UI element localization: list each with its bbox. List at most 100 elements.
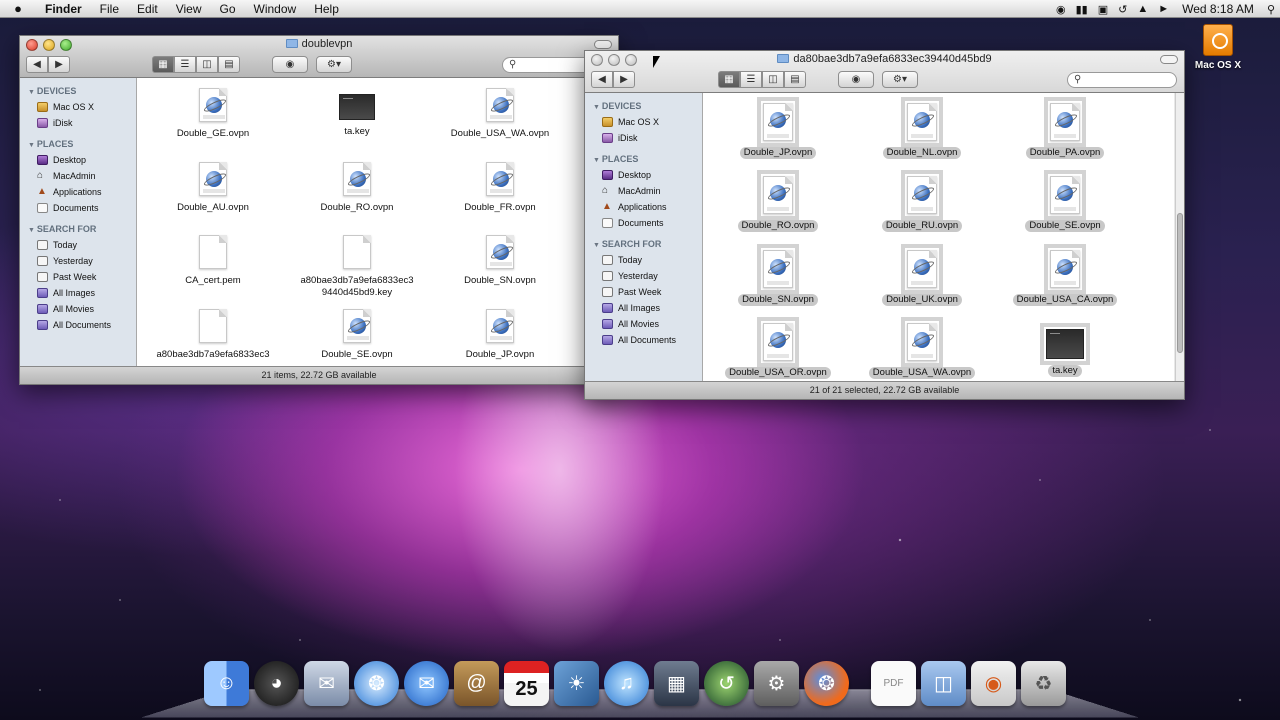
toolbar-toggle-button[interactable]	[594, 40, 612, 49]
pdf-document-icon[interactable]: PDF	[871, 661, 916, 706]
sidebar-item-all-documents[interactable]: All Documents	[585, 332, 702, 348]
coverflow-view-button[interactable]: ▤	[218, 56, 240, 73]
sidebar-item-mac-os-x[interactable]: Mac OS X	[585, 114, 702, 130]
file-item[interactable]: Double_GE.ovpn	[148, 88, 278, 140]
sidebar-item-desktop[interactable]: Desktop	[20, 152, 136, 168]
file-item-selected[interactable]: ta.key	[1000, 323, 1130, 377]
file-item-selected[interactable]: Double_SE.ovpn	[1000, 170, 1130, 232]
sidebar-item-macadmin[interactable]: ⌂ MacAdmin	[585, 183, 702, 199]
sidebar-item-all-movies[interactable]: All Movies	[20, 301, 136, 317]
sidebar-item-applications[interactable]: ▲ Applications	[585, 199, 702, 215]
iphoto-icon[interactable]: ☀	[554, 661, 599, 706]
address-book-icon[interactable]: @	[454, 661, 499, 706]
action-gear-button[interactable]: ⚙▾	[316, 56, 352, 73]
menu-app-finder[interactable]: Finder	[36, 2, 91, 16]
quick-look-button[interactable]: ◉	[838, 71, 874, 88]
file-item[interactable]: a80bae3db7a9efa6833ec3 9440d45bd9.key	[292, 235, 422, 299]
file-item-selected[interactable]: Double_USA_CA.ovpn	[1000, 244, 1130, 306]
file-item[interactable]: Double_FR.ovpn	[435, 162, 565, 214]
file-item-selected[interactable]: Double_NL.ovpn	[857, 97, 987, 159]
window-titlebar[interactable]: da80bae3db7a9efa6833ec39440d45bd9 ◀ ▶ ▦ …	[585, 51, 1184, 93]
sidebar-item-all-images[interactable]: All Images	[585, 300, 702, 316]
sidebar-item-past-week[interactable]: Past Week	[585, 284, 702, 300]
itunes-icon[interactable]: ♫	[604, 661, 649, 706]
sidebar-item-applications[interactable]: ▲ Applications	[20, 184, 136, 200]
downloads-icon[interactable]: ◉	[971, 661, 1016, 706]
action-gear-button[interactable]: ⚙▾	[882, 71, 918, 88]
safari-icon[interactable]: ❂	[354, 661, 399, 706]
wifi-icon[interactable]: ▲	[1132, 3, 1153, 15]
sidebar-item-today[interactable]: Today	[585, 252, 702, 268]
sidebar-item-idisk[interactable]: iDisk	[20, 115, 136, 131]
menu-go[interactable]: Go	[211, 2, 245, 16]
spaces-icon[interactable]: ▦	[654, 661, 699, 706]
back-button[interactable]: ◀	[26, 56, 48, 73]
file-item[interactable]: a80bae3db7a9efa6833ec3	[148, 309, 278, 361]
dashboard-icon[interactable]: ◕	[254, 661, 299, 706]
file-item-selected[interactable]: Double_JP.ovpn	[713, 97, 843, 159]
coverflow-view-button[interactable]: ▤	[784, 71, 806, 88]
ical-icon[interactable]: 25	[504, 661, 549, 706]
menu-window[interactable]: Window	[245, 2, 306, 16]
file-item[interactable]: Double_SN.ovpn	[435, 235, 565, 287]
menu-edit[interactable]: Edit	[128, 2, 167, 16]
quick-look-button[interactable]: ◉	[272, 56, 308, 73]
sidebar-item-all-images[interactable]: All Images	[20, 285, 136, 301]
trash-icon[interactable]: ♻	[1021, 661, 1066, 706]
ichat-icon[interactable]: ✉	[404, 661, 449, 706]
file-item[interactable]: CA_cert.pem	[148, 235, 278, 287]
finder-icon[interactable]: ☺	[204, 661, 249, 706]
back-button[interactable]: ◀	[591, 71, 613, 88]
file-item-selected[interactable]: Double_UK.ovpn	[857, 244, 987, 306]
list-view-button[interactable]: ☰	[740, 71, 762, 88]
sidebar-item-mac-os-x[interactable]: Mac OS X	[20, 99, 136, 115]
sidebar-item-all-documents[interactable]: All Documents	[20, 317, 136, 333]
icon-view-button[interactable]: ▦	[152, 56, 174, 73]
toolbar-toggle-button[interactable]	[1160, 55, 1178, 64]
file-item[interactable]: Double_SE.ovpn	[292, 309, 422, 361]
sidebar-item-documents[interactable]: Documents	[585, 215, 702, 231]
sidebar-item-macadmin[interactable]: ⌂ MacAdmin	[20, 168, 136, 184]
spotlight-icon[interactable]: ⚲	[1262, 3, 1280, 16]
file-item-selected[interactable]: Double_RO.ovpn	[713, 170, 843, 232]
time-machine-menu-icon[interactable]: ↺	[1113, 3, 1132, 16]
sidebar-item-today[interactable]: Today	[20, 237, 136, 253]
folder-icon[interactable]: ◫	[921, 661, 966, 706]
file-item[interactable]: Double_JP.ovpn	[435, 309, 565, 361]
scrollbar-thumb[interactable]	[1177, 213, 1183, 353]
time-machine-icon[interactable]: ↺	[704, 661, 749, 706]
icon-view-button[interactable]: ▦	[718, 71, 740, 88]
file-item-selected[interactable]: Double_PA.ovpn	[1000, 97, 1130, 159]
vpn-status-icon[interactable]: ◉	[1051, 3, 1071, 16]
apple-menu-icon[interactable]: ●	[0, 1, 36, 16]
sidebar-item-desktop[interactable]: Desktop	[585, 167, 702, 183]
search-input[interactable]: ⚲	[1067, 72, 1177, 88]
file-item-selected[interactable]: Double_USA_WA.ovpn	[857, 317, 987, 379]
menu-file[interactable]: File	[91, 2, 128, 16]
sidebar-item-idisk[interactable]: iDisk	[585, 130, 702, 146]
file-item[interactable]: ta.key	[292, 88, 422, 138]
list-view-button[interactable]: ☰	[174, 56, 196, 73]
file-item[interactable]: Double_RO.ovpn	[292, 162, 422, 214]
column-view-button[interactable]: ◫	[196, 56, 218, 73]
display-icon[interactable]: ▣	[1093, 3, 1113, 16]
system-preferences-icon[interactable]: ⚙	[754, 661, 799, 706]
sidebar-item-all-movies[interactable]: All Movies	[585, 316, 702, 332]
vertical-scrollbar[interactable]	[1175, 93, 1184, 381]
sidebar-item-yesterday[interactable]: Yesterday	[20, 253, 136, 269]
menubar-clock[interactable]: Wed 8:18 AM	[1174, 2, 1262, 16]
menu-help[interactable]: Help	[305, 2, 348, 16]
forward-button[interactable]: ▶	[613, 71, 635, 88]
sidebar-item-past-week[interactable]: Past Week	[20, 269, 136, 285]
file-item[interactable]: Double_USA_WA.ovpn	[435, 88, 565, 140]
sidebar-item-yesterday[interactable]: Yesterday	[585, 268, 702, 284]
file-item-selected[interactable]: Double_USA_OR.ovpn	[713, 317, 843, 379]
forward-button[interactable]: ▶	[48, 56, 70, 73]
desktop-drive-icon[interactable]: Mac OS X	[1192, 24, 1244, 71]
battery-icon[interactable]: ▮▮	[1071, 3, 1093, 16]
column-view-button[interactable]: ◫	[762, 71, 784, 88]
volume-icon[interactable]: ►	[1153, 3, 1174, 15]
firefox-icon[interactable]: ❂	[804, 661, 849, 706]
sidebar-item-documents[interactable]: Documents	[20, 200, 136, 216]
mail-icon[interactable]: ✉	[304, 661, 349, 706]
